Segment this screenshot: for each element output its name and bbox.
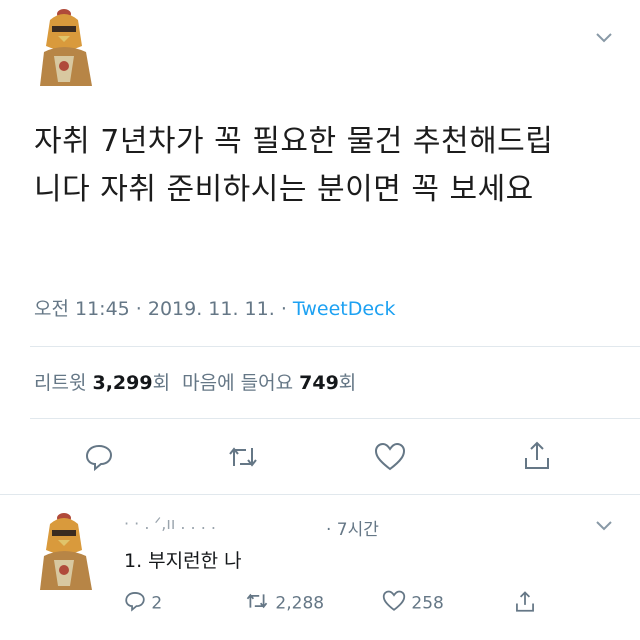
like-stat-count[interactable]: 749 xyxy=(299,372,339,394)
like-stat-unit: 회 xyxy=(338,372,357,394)
reply-avatar[interactable] xyxy=(30,510,100,590)
reply-share-icon[interactable] xyxy=(514,591,536,619)
chevron-down-icon[interactable] xyxy=(594,30,614,49)
reply-retweet-action[interactable]: 2,288 xyxy=(244,590,324,617)
like-stat-label: 마음에 들어요 xyxy=(170,372,300,394)
reply-reply-count: 2 xyxy=(151,593,163,614)
retweet-icon[interactable] xyxy=(226,442,260,476)
reply-retweet-count: 2,288 xyxy=(275,593,325,614)
retweet-stat-count[interactable]: 3,299 xyxy=(92,372,152,394)
reply-share-action[interactable] xyxy=(514,590,536,619)
reply-chevron-down-icon[interactable] xyxy=(594,518,614,537)
reply-retweet-icon[interactable] xyxy=(244,593,270,617)
tweet-source-link[interactable]: TweetDeck xyxy=(293,298,396,320)
reply-timestamp[interactable]: · 7시간 xyxy=(326,515,379,540)
tweet-text: 자취 7년차가 꼭 필요한 물건 추천해드립 니다 자취 준비하시는 분이면 꼭… xyxy=(34,118,614,214)
reply-like-count: 258 xyxy=(411,593,444,614)
reply-author-name[interactable]: · · . ᐟ,ıı . . . . xyxy=(124,514,216,533)
tweet-text-line: 니다 자취 준비하시는 분이면 꼭 보세요 xyxy=(34,172,534,207)
reply-like-action[interactable]: 258 xyxy=(382,590,444,617)
tweet-text-line: 자취 7년차가 꼭 필요한 물건 추천해드립 xyxy=(34,124,554,159)
reply-icon[interactable] xyxy=(84,442,114,476)
tweet-date: 오전 11:45 · 2019. 11. 11. · xyxy=(34,298,293,320)
reply-heart-icon[interactable] xyxy=(382,590,406,617)
share-icon[interactable] xyxy=(522,440,552,476)
divider xyxy=(0,494,640,495)
divider xyxy=(30,346,640,347)
avatar[interactable] xyxy=(30,6,100,86)
tweet-stats: 리트윗 3,299회 마음에 들어요 749회 xyxy=(34,368,356,395)
heart-icon[interactable] xyxy=(374,442,406,476)
divider xyxy=(30,418,640,419)
reply-reply-action[interactable]: 2 xyxy=(124,590,162,617)
retweet-stat-label: 리트윗 xyxy=(34,372,93,394)
reply-text: 1. 부지런한 나 xyxy=(124,550,242,572)
tweet-timestamp: 오전 11:45 · 2019. 11. 11. · TweetDeck xyxy=(34,294,396,321)
retweet-stat-unit: 회 xyxy=(152,372,171,394)
reply-reply-icon[interactable] xyxy=(124,592,146,617)
